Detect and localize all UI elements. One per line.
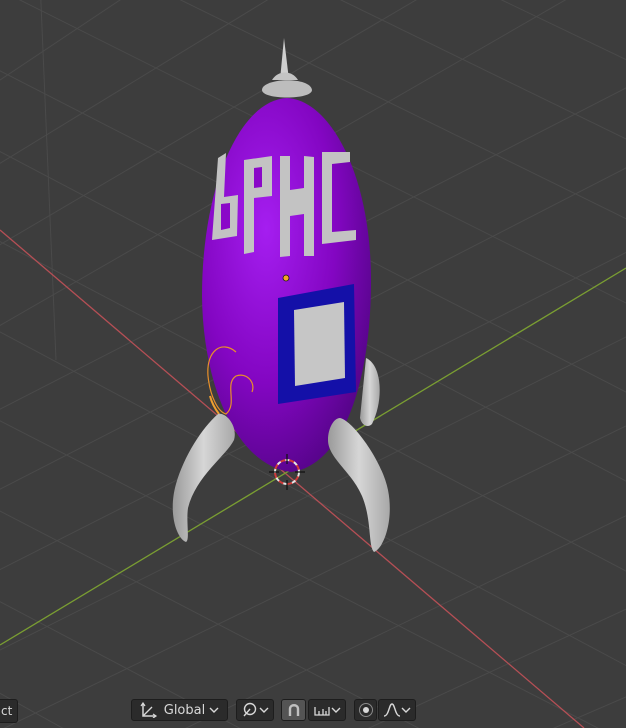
proportional-editing-toggle[interactable]	[354, 699, 377, 721]
snap-target-dropdown[interactable]	[308, 699, 346, 721]
snap-magnet-icon	[286, 702, 302, 718]
transform-orientation-icon	[140, 702, 158, 718]
falloff-curve-icon	[383, 702, 401, 718]
pivot-point-icon	[241, 702, 259, 718]
object-mode-label: ct	[1, 704, 13, 718]
3d-viewport[interactable]	[0, 0, 626, 728]
orientation-label: Global	[163, 702, 206, 718]
snap-increment-icon	[313, 703, 331, 717]
object-origin-dot	[282, 274, 290, 282]
transform-orientation-dropdown[interactable]: Global	[131, 699, 228, 721]
proportional-editing-icon	[358, 702, 374, 718]
object-mode-dropdown[interactable]: ct	[0, 699, 18, 723]
rocket-window-panel	[278, 284, 356, 404]
chevron-down-icon	[331, 706, 341, 714]
chevron-down-icon	[209, 706, 219, 714]
chevron-down-icon	[259, 706, 269, 714]
falloff-dropdown[interactable]	[378, 699, 416, 721]
rocket-nose-collar	[262, 80, 312, 98]
rocket-fin-right	[328, 418, 390, 552]
pivot-point-dropdown[interactable]	[236, 699, 274, 721]
snap-toggle-button[interactable]	[281, 699, 306, 721]
chevron-down-icon	[401, 706, 411, 714]
